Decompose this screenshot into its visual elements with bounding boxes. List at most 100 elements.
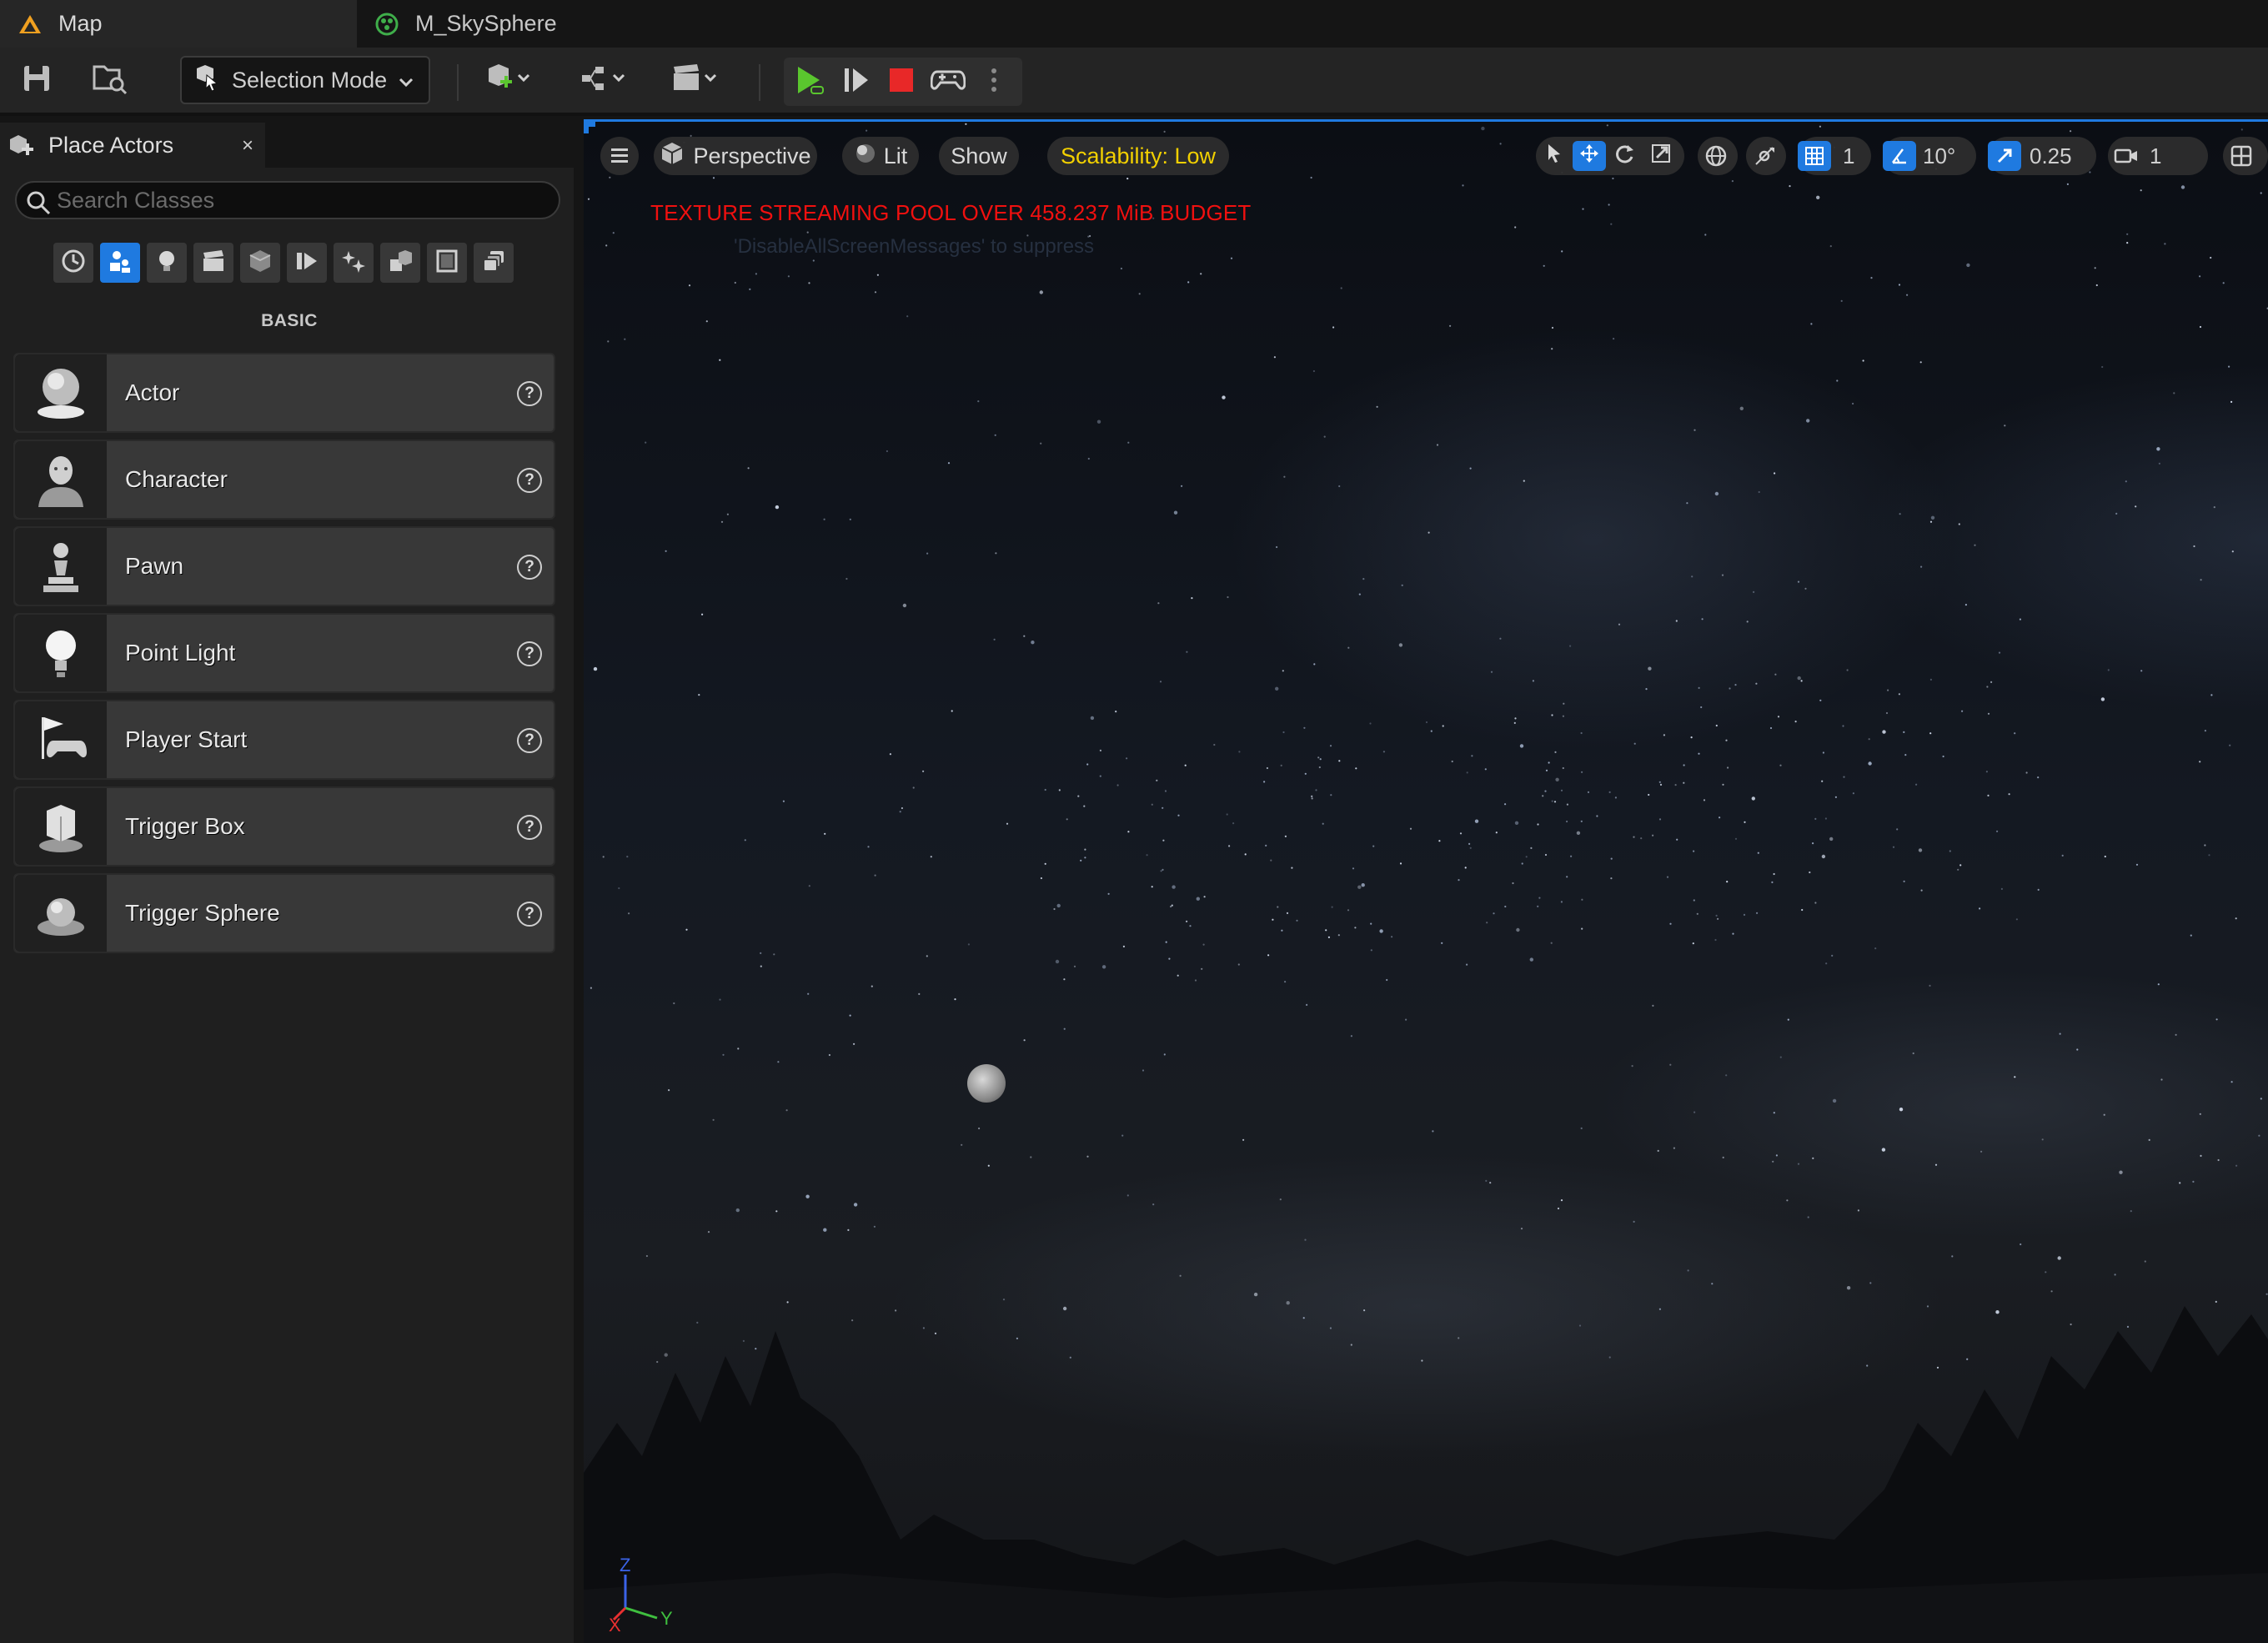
advance-frame-button[interactable] — [834, 58, 879, 106]
search-input[interactable]: Search Classes — [15, 181, 560, 219]
rotation-snap-group[interactable]: 10° — [1883, 137, 1976, 175]
category-heading: BASIC — [261, 311, 318, 330]
axis-y-label: Y — [660, 1608, 673, 1629]
perspective-cube-icon — [660, 141, 685, 172]
viewport-active-corner — [584, 122, 595, 133]
shapes-icon — [387, 248, 414, 279]
actor-item-point-light[interactable]: Point Light ? — [13, 613, 555, 693]
more-vertical-icon — [990, 67, 998, 98]
move-arrows-icon — [1578, 143, 1600, 170]
actor-item-character[interactable]: Character ? — [13, 440, 555, 520]
actor-item-label: Actor — [125, 379, 180, 405]
stop-button[interactable] — [879, 58, 924, 106]
search-icon — [25, 189, 52, 222]
stack-icon — [480, 248, 507, 279]
axis-gizmo: Z Y X — [609, 1556, 673, 1631]
pawn-icon — [15, 528, 107, 605]
gamepad-icon — [930, 67, 966, 98]
camera-speed-group[interactable]: 1 — [2108, 137, 2208, 175]
search-placeholder: Search Classes — [57, 187, 215, 213]
tab-map-label: Map — [58, 11, 103, 36]
light-bulb-icon — [153, 248, 180, 279]
scale-snap-group[interactable]: 0.25 — [1988, 137, 2096, 175]
help-icon[interactable]: ? — [517, 555, 542, 580]
actor-item-trigger-box[interactable]: Trigger Box ? — [13, 786, 555, 867]
sparkle-icon — [340, 248, 367, 279]
viewport-layout-button[interactable] — [2223, 137, 2268, 175]
place-actors-panel: Place Actors × Search Classes BASIC Acto… — [0, 119, 579, 1643]
document-tab-bar: Map M_SkySphere — [0, 0, 2268, 48]
actor-list: Actor ? Character ? Pawn ? Point Light ? — [13, 353, 555, 960]
rotate-icon — [1613, 143, 1635, 170]
actor-item-trigger-sphere[interactable]: Trigger Sphere ? — [13, 873, 555, 953]
category-geometry[interactable] — [380, 243, 420, 283]
close-icon[interactable]: × — [242, 134, 253, 158]
help-icon[interactable]: ? — [517, 815, 542, 840]
tab-place-actors[interactable]: Place Actors × — [0, 123, 265, 168]
category-cinematic[interactable] — [193, 243, 233, 283]
save-icon — [22, 63, 52, 98]
actor-item-actor[interactable]: Actor ? — [13, 353, 555, 433]
camera-icon — [2108, 137, 2145, 175]
cursor-icon — [1545, 143, 1563, 170]
help-icon[interactable]: ? — [517, 641, 542, 666]
panel-tab-bar: Place Actors × — [0, 119, 574, 168]
actor-item-player-start[interactable]: Player Start ? — [13, 700, 555, 780]
scale-snap-icon — [1988, 141, 2021, 171]
play-options-button[interactable] — [977, 58, 1011, 106]
help-icon[interactable]: ? — [517, 902, 542, 927]
actor-item-pawn[interactable]: Pawn ? — [13, 526, 555, 606]
clapperboard-icon — [670, 62, 724, 99]
category-visual-effects[interactable] — [240, 243, 280, 283]
lighting-mode-dropdown[interactable]: Lit — [842, 137, 919, 175]
lit-sphere-icon — [854, 142, 877, 171]
tab-m-skysphere[interactable]: M_SkySphere — [357, 0, 715, 48]
category-lights[interactable] — [147, 243, 187, 283]
actor-item-label: Character — [125, 466, 228, 492]
quick-add-button[interactable] — [477, 56, 544, 104]
actor-item-label: Trigger Box — [125, 813, 245, 839]
grid-snap-group[interactable]: 1 — [1798, 137, 1871, 175]
select-tool-button[interactable] — [1536, 137, 1573, 175]
help-icon[interactable]: ? — [517, 728, 542, 753]
possess-eject-button[interactable] — [926, 58, 971, 106]
level-viewport[interactable]: Perspective Lit Show Scalability: Low 1 — [584, 119, 2268, 1643]
selection-cursor-icon — [193, 63, 220, 98]
viewport-options-button[interactable] — [600, 137, 639, 175]
toolbar-separator — [759, 64, 760, 101]
actor-item-label: Player Start — [125, 726, 248, 752]
surface-snap-icon — [1746, 137, 1783, 175]
blueprints-button[interactable] — [572, 56, 639, 104]
unreal-map-icon — [17, 11, 43, 38]
world-local-toggle[interactable] — [1698, 137, 1738, 175]
surface-snap-button[interactable] — [1746, 137, 1786, 175]
help-icon[interactable]: ? — [517, 468, 542, 493]
category-basic[interactable] — [100, 243, 140, 283]
scale-tool-button[interactable] — [1643, 137, 1679, 175]
show-flags-dropdown[interactable]: Show — [939, 137, 1019, 175]
scale-snap-value: 0.25 — [2030, 143, 2072, 168]
trigger-box-icon — [15, 788, 107, 865]
rotate-tool-button[interactable] — [1606, 137, 1643, 175]
cinematics-button[interactable] — [664, 56, 730, 104]
scalability-indicator[interactable]: Scalability: Low — [1047, 137, 1229, 175]
cube-icon — [247, 248, 273, 279]
category-stacked[interactable] — [474, 243, 514, 283]
browse-content-button[interactable] — [83, 56, 137, 104]
scalability-label: Scalability: Low — [1060, 143, 1217, 168]
selection-mode-dropdown[interactable]: Selection Mode — [180, 56, 430, 104]
help-icon[interactable]: ? — [517, 381, 542, 406]
hamburger-menu-icon — [610, 143, 630, 169]
category-recent[interactable] — [53, 243, 93, 283]
category-volumes[interactable] — [287, 243, 327, 283]
play-button[interactable] — [787, 58, 832, 106]
tab-map[interactable]: Map — [0, 0, 357, 48]
category-all-classes[interactable] — [427, 243, 467, 283]
save-button[interactable] — [12, 56, 62, 104]
translate-tool-button[interactable] — [1573, 141, 1606, 171]
category-effects[interactable] — [334, 243, 374, 283]
view-mode-dropdown[interactable]: Perspective — [654, 137, 817, 175]
player-start-icon — [15, 701, 107, 778]
point-light-icon — [15, 615, 107, 691]
actor-item-label: Point Light — [125, 640, 236, 666]
